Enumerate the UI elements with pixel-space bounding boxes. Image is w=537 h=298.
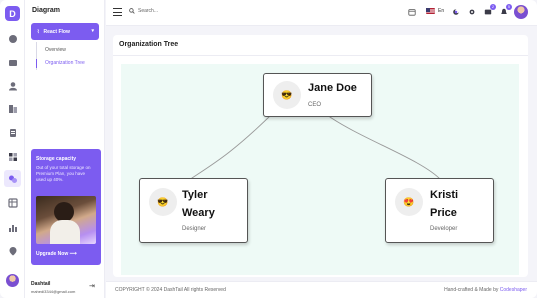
organization-tree-card: Organization Tree 😎 Jane Doe CEO 😎 Tyler…: [113, 35, 528, 277]
rail-avatar[interactable]: [6, 274, 19, 287]
flag-us-icon: [426, 8, 435, 14]
apps-icon[interactable]: [7, 57, 18, 68]
avatar-icon: 😍: [395, 188, 423, 216]
document-icon[interactable]: [7, 127, 18, 138]
card-title: Organization Tree: [119, 41, 179, 48]
chart-icon[interactable]: [7, 222, 18, 233]
submenu-panel: Diagram ⌇ React Flow ▾ Overview Organiza…: [25, 0, 105, 298]
upgrade-now-button[interactable]: Upgrade Now ⟶: [36, 251, 77, 257]
user-icon[interactable]: [7, 80, 18, 91]
search-icon: [129, 8, 135, 14]
flow-icon: ⌇: [37, 28, 40, 35]
org-node-ceo[interactable]: 😎 Jane Doe CEO: [263, 73, 372, 117]
storage-text: Out of your total storage on Premium Pla…: [36, 165, 91, 182]
language-label: En: [438, 8, 445, 14]
language-selector[interactable]: En: [426, 8, 444, 14]
diagram-icon[interactable]: [4, 170, 21, 187]
message-badge: 2: [490, 4, 496, 10]
dashboard-icon[interactable]: [7, 33, 18, 44]
avatar-icon: 😎: [273, 81, 301, 109]
storage-title: Storage capacity: [36, 156, 77, 162]
node-name: Kristi Price: [430, 189, 459, 219]
search-placeholder: Search...: [138, 8, 159, 14]
submenu-item-overview[interactable]: Overview: [45, 47, 66, 53]
chevron-down-icon: ▾: [91, 28, 94, 34]
storage-promo-image: [36, 196, 96, 244]
menu-toggle-icon[interactable]: [113, 8, 122, 16]
calendar-icon[interactable]: [407, 7, 417, 17]
credit-prefix: Hand-crafted & Made by: [444, 287, 499, 293]
arrow-right-icon: ⟶: [69, 251, 77, 257]
react-flow-menu-button[interactable]: ⌇ React Flow ▾: [31, 23, 99, 40]
search-box[interactable]: Search...: [129, 8, 158, 14]
node-role: CEO: [308, 102, 322, 108]
profile-avatar[interactable]: [514, 5, 528, 19]
org-node-developer[interactable]: 😍 Kristi Price Developer: [385, 178, 494, 243]
react-flow-label: React Flow: [43, 28, 70, 35]
node-role: Designer: [182, 226, 207, 232]
flow-canvas[interactable]: 😎 Jane Doe CEO 😎 Tyler Weary Designer 😍 …: [121, 64, 519, 275]
notification-icon[interactable]: 5: [499, 4, 512, 17]
top-header: Search... En 2 5: [106, 0, 537, 26]
icon-rail: D: [0, 0, 25, 298]
user-name: Dashtail: [31, 281, 51, 287]
card-divider: [113, 55, 528, 56]
submenu-active-indicator: [36, 59, 37, 68]
theme-icon[interactable]: [451, 7, 461, 17]
node-name: Tyler Weary: [182, 189, 215, 219]
storage-card: Storage capacity Out of your total stora…: [31, 149, 101, 265]
copyright-text: COPYRIGHT © 2024 DashTail All rights Res…: [115, 287, 226, 293]
book-icon[interactable]: [7, 103, 18, 114]
edge-ceo-designer: [188, 114, 272, 181]
page-footer: COPYRIGHT © 2024 DashTail All rights Res…: [106, 281, 537, 298]
map-icon[interactable]: [7, 245, 18, 256]
node-name: Jane Doe: [308, 82, 357, 94]
settings-icon[interactable]: [467, 7, 477, 17]
widgets-icon[interactable]: [7, 151, 18, 162]
notification-badge: 5: [506, 4, 512, 10]
org-node-designer[interactable]: 😎 Tyler Weary Designer: [139, 178, 248, 243]
app-window: D Diagram ⌇ React Flow ▾ Overview Organi…: [0, 0, 537, 298]
user-email: mahedi3344@gmail.com: [31, 289, 76, 294]
table-icon[interactable]: [7, 197, 18, 208]
edge-ceo-developer: [326, 114, 442, 181]
message-icon[interactable]: 2: [483, 4, 496, 17]
submenu-item-organization-tree[interactable]: Organization Tree: [45, 60, 85, 66]
avatar-icon: 😎: [149, 188, 177, 216]
credit-text: Hand-crafted & Made by Codeshaper: [444, 287, 527, 293]
logout-icon[interactable]: ⇥: [89, 282, 95, 290]
app-logo[interactable]: D: [5, 6, 20, 21]
node-role: Developer: [430, 226, 458, 232]
codeshaper-link[interactable]: Codeshaper: [500, 287, 527, 293]
upgrade-label: Upgrade Now: [36, 251, 69, 257]
panel-title: Diagram: [32, 7, 61, 14]
